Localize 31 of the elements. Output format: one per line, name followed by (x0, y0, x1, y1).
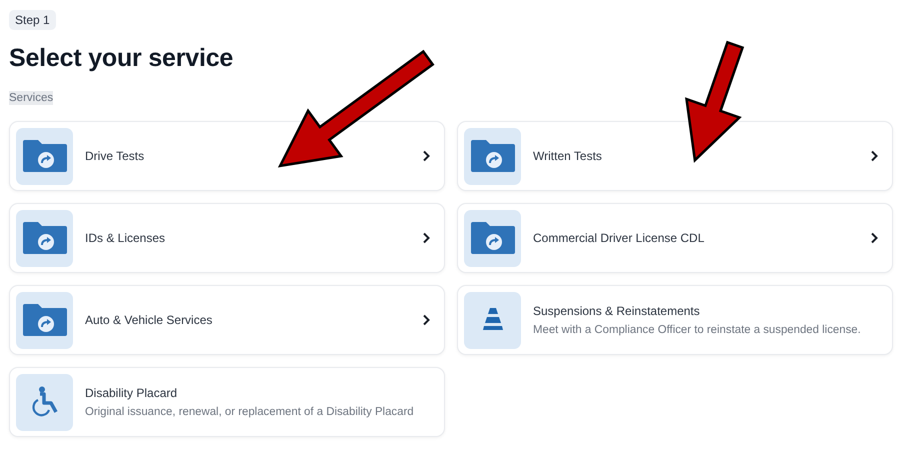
service-name: IDs & Licenses (85, 231, 166, 245)
step-badge: Step 1 (9, 10, 56, 30)
service-card[interactable]: Drive Tests (9, 121, 445, 191)
service-name: Suspensions & Reinstatements (533, 304, 701, 318)
section-label: Services (9, 91, 54, 105)
service-card[interactable]: Written Tests (457, 121, 893, 191)
service-name: Written Tests (533, 149, 603, 163)
chevron-icon (870, 150, 878, 162)
service-name: Auto & Vehicle Services (85, 313, 214, 327)
folder-icon (470, 139, 516, 173)
cone-icon (480, 307, 504, 333)
service-name: Commercial Driver License CDL (533, 231, 706, 245)
service-card[interactable]: Commercial Driver License CDL (457, 203, 893, 273)
service-name: Drive Tests (85, 149, 146, 163)
service-card[interactable]: IDs & Licenses (9, 203, 445, 273)
wheelchair-icon (30, 386, 58, 418)
service-card[interactable]: Auto & Vehicle Services (9, 285, 445, 355)
service-description: Original issuance, renewal, or replacement of a Disability Placard (85, 406, 415, 418)
page-title: Select your service (9, 44, 234, 73)
chevron-icon (422, 314, 430, 326)
service-description: Meet with a Compliance Officer to reinstate a suspended license. (533, 324, 862, 336)
folder-icon (22, 303, 68, 337)
folder-icon (470, 221, 516, 255)
folder-icon (22, 139, 68, 173)
service-name: Disability Placard (85, 386, 178, 400)
service-card[interactable]: Disability Placard Original issuance, renewal, or replacement of a Disability Placard (9, 367, 445, 437)
folder-icon (22, 221, 68, 255)
chevron-icon (422, 150, 430, 162)
chevron-icon (870, 232, 878, 244)
service-card[interactable]: Suspensions & Reinstatements Meet with a Compliance Officer to reinstate a suspended license. (457, 285, 893, 355)
chevron-icon (422, 232, 430, 244)
